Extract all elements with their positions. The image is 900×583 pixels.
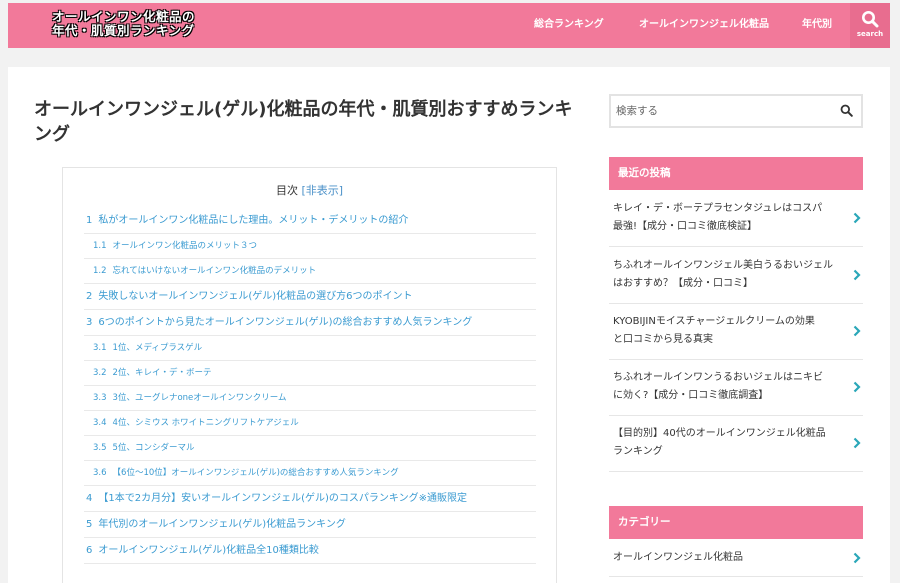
- toc-item-number: 3.4: [93, 418, 107, 428]
- chevron-right-icon: [853, 552, 861, 563]
- toc-item-label: 4位、シミウス ホワイトニングリフトケアジェル: [112, 418, 299, 428]
- recent-post-title: キレイ・デ・ボーテプラセンタジュレはコスパ 最強!【成分・口コミ徹底検証】: [613, 200, 849, 236]
- category-item[interactable]: オールインワンジェル化粧品: [609, 539, 863, 577]
- toc-item-label: 忘れてはいけないオールインワン化粧品のデメリット: [112, 266, 317, 276]
- category-label: オールインワンジェル化粧品: [613, 552, 743, 563]
- toc-item-number: 2: [86, 291, 93, 302]
- chevron-right-icon: [853, 212, 861, 224]
- recent-post-title: ちふれオールインワンジェル美白うるおいジェル はおすすめ？【成分・口コミ】: [613, 257, 849, 293]
- toc-item-number: 3.6: [93, 468, 107, 478]
- header-search-button[interactable]: search: [850, 3, 890, 48]
- toc-toggle-link[interactable]: [非表示]: [301, 184, 343, 197]
- search-label: search: [856, 30, 884, 38]
- toc-item-label: 2位、キレイ・デ・ボーテ: [112, 368, 212, 378]
- site-header: オールインワン化粧品の 年代・肌質別ランキング 総合ランキング オールインワンジ…: [8, 3, 890, 48]
- chevron-right-icon: [853, 269, 861, 281]
- toc-item-label: 【1本で2カ月分】安いオールインワンジェル(ゲル)のコスパランキング※通販限定: [98, 493, 467, 504]
- toc-item[interactable]: 1.1 オールインワン化粧品のメリット３つ: [84, 234, 536, 259]
- recent-posts-heading: 最近の投稿: [609, 157, 863, 190]
- magnifier-icon[interactable]: [840, 104, 853, 117]
- toc-item[interactable]: 4 【1本で2カ月分】安いオールインワンジェル(ゲル)のコスパランキング※通販限定: [84, 486, 536, 512]
- recent-post-title-line: ちふれオールインワンうるおいジェルはニキビ: [613, 372, 823, 383]
- logo-line-2: 年代・肌質別ランキング: [52, 23, 195, 38]
- toc-item[interactable]: 2 失敗しないオールインワンジェル(ゲル)化粧品の選び方6つのポイント: [84, 284, 536, 310]
- toc-item[interactable]: 3 6つのポイントから見たオールインワンジェル(ゲル)の総合おすすめ人気ランキング: [84, 310, 536, 336]
- toc-item-number: 4: [86, 493, 93, 504]
- recent-post-title-line: KYOBIJINモイスチャージェルクリームの効果: [613, 316, 815, 327]
- toc-item[interactable]: 3.2 2位、キレイ・デ・ボーテ: [84, 361, 536, 386]
- toc-item-number: 3: [86, 317, 93, 328]
- toc-item-number: 6: [86, 545, 93, 556]
- recent-post-title: KYOBIJINモイスチャージェルクリームの効果 と口コミから見る真実: [613, 313, 849, 349]
- recent-post-item[interactable]: ちふれオールインワンうるおいジェルはニキビ に効く?【成分・口コミ徹底調査】: [609, 359, 863, 416]
- recent-post-title-line: はおすすめ？【成分・口コミ】: [613, 278, 753, 289]
- content-panel: オールインワンジェル(ゲル)化粧品の年代・肌質別おすすめランキング 目次 [非表…: [8, 67, 890, 583]
- chevron-right-icon: [853, 381, 861, 393]
- toc-item[interactable]: 3.6 【6位〜10位】オールインワンジェル(ゲル)の総合おすすめ人気ランキング: [84, 461, 536, 486]
- recent-post-title-line: 【目的別】40代のオールインワンジェル化粧品: [613, 428, 826, 439]
- search-icon: [862, 11, 879, 28]
- toc-item[interactable]: 6 オールインワンジェル(ゲル)化粧品全10種類比較: [84, 538, 536, 564]
- category-heading: カテゴリー: [609, 506, 863, 539]
- toc-item[interactable]: 3.3 3位、ユーグレナoneオールインワンクリーム: [84, 386, 536, 411]
- toc-item-number: 1.2: [93, 266, 107, 276]
- logo-line-1: オールインワン化粧品の: [52, 9, 196, 24]
- toc-item-label: 【6位〜10位】オールインワンジェル(ゲル)の総合おすすめ人気ランキング: [112, 468, 399, 478]
- toc-item-number: 3.1: [93, 343, 107, 353]
- toc-item[interactable]: 3.4 4位、シミウス ホワイトニングリフトケアジェル: [84, 411, 536, 436]
- recent-post-title-line: ちふれオールインワンジェル美白うるおいジェル: [613, 260, 833, 271]
- toc-item-label: 私がオールインワン化粧品にした理由。メリット・デメリットの紹介: [98, 215, 409, 226]
- toc-item-label: 年代別のオールインワンジェル(ゲル)化粧品ランキング: [98, 519, 346, 530]
- table-of-contents: 目次 [非表示] 1 私がオールインワン化粧品にした理由。メリット・デメリットの紹…: [62, 167, 557, 583]
- recent-post-title: 【目的別】40代のオールインワンジェル化粧品 ランキング: [613, 425, 849, 461]
- toc-item-number: 5: [86, 519, 93, 530]
- nav-overall-ranking[interactable]: 総合ランキング: [534, 15, 604, 30]
- recent-post-title-line: 最強!【成分・口コミ徹底検証】: [613, 221, 758, 232]
- toc-item-label: オールインワンジェル(ゲル)化粧品全10種類比較: [98, 545, 319, 556]
- toc-item-label: 1位、メディプラスゲル: [112, 343, 203, 353]
- toc-item[interactable]: 3.1 1位、メディプラスゲル: [84, 336, 536, 361]
- recent-post-title-line: に効く?【成分・口コミ徹底調査】: [613, 390, 769, 401]
- recent-post-title-line: と口コミから見る真実: [613, 334, 713, 345]
- recent-post-title: ちふれオールインワンうるおいジェルはニキビ に効く?【成分・口コミ徹底調査】: [613, 369, 849, 405]
- sidebar-search-input[interactable]: [611, 96, 821, 126]
- toc-item-label: 6つのポイントから見たオールインワンジェル(ゲル)の総合おすすめ人気ランキング: [98, 317, 473, 328]
- recent-post-title-line: ランキング: [613, 446, 663, 457]
- recent-post-item[interactable]: キレイ・デ・ボーテプラセンタジュレはコスパ 最強!【成分・口コミ徹底検証】: [609, 190, 863, 247]
- toc-item-number: 3.5: [93, 443, 107, 453]
- toc-item-label: オールインワン化粧品のメリット３つ: [112, 241, 258, 251]
- recent-post-item[interactable]: KYOBIJINモイスチャージェルクリームの効果 と口コミから見る真実: [609, 303, 863, 360]
- toc-item-label: 失敗しないオールインワンジェル(ゲル)化粧品の選び方6つのポイント: [98, 291, 413, 302]
- chevron-right-icon: [853, 325, 861, 337]
- recent-post-item[interactable]: ちふれオールインワンジェル美白うるおいジェル はおすすめ？【成分・口コミ】: [609, 247, 863, 304]
- recent-post-title-line: キレイ・デ・ボーテプラセンタジュレはコスパ: [613, 203, 823, 214]
- toc-list: 1 私がオールインワン化粧品にした理由。メリット・デメリットの紹介 1.1 オールイン…: [84, 208, 536, 564]
- sidebar-search-box: [609, 94, 863, 128]
- nav-by-age[interactable]: 年代別: [802, 15, 832, 30]
- toc-item-number: 3.3: [93, 393, 107, 403]
- nav-all-in-one-gel[interactable]: オールインワンジェル化粧品: [639, 15, 769, 30]
- chevron-right-icon: [853, 437, 861, 449]
- toc-item-label: 3位、ユーグレナoneオールインワンクリーム: [112, 393, 287, 403]
- toc-title: 目次: [275, 184, 298, 197]
- recent-post-item[interactable]: 【目的別】40代のオールインワンジェル化粧品 ランキング: [609, 415, 863, 472]
- toc-header: 目次 [非表示]: [63, 182, 556, 198]
- toc-item-number: 1.1: [93, 241, 107, 251]
- page-title: オールインワンジェル(ゲル)化粧品の年代・肌質別おすすめランキング: [34, 99, 573, 145]
- toc-item[interactable]: 5 年代別のオールインワンジェル(ゲル)化粧品ランキング: [84, 512, 536, 538]
- toc-item[interactable]: 1.2 忘れてはいけないオールインワン化粧品のデメリット: [84, 259, 536, 284]
- toc-item-number: 1: [86, 215, 93, 226]
- toc-item-label: 5位、コンシダーマル: [112, 443, 195, 453]
- toc-item-number: 3.2: [93, 368, 107, 378]
- site-logo[interactable]: オールインワン化粧品の 年代・肌質別ランキング: [52, 10, 195, 38]
- toc-item[interactable]: 3.5 5位、コンシダーマル: [84, 436, 536, 461]
- toc-item[interactable]: 1 私がオールインワン化粧品にした理由。メリット・デメリットの紹介: [84, 208, 536, 234]
